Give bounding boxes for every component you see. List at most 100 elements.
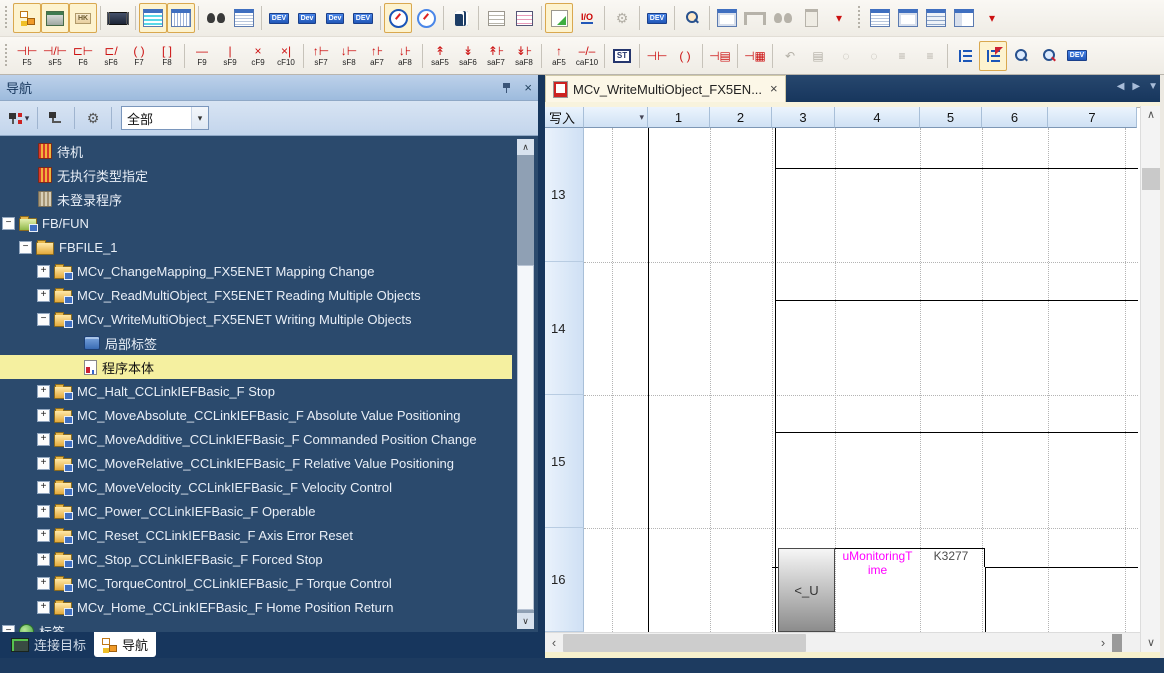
register-watch-icon[interactable]: [510, 3, 538, 33]
open-branch-button[interactable]: ⊏⊢F6: [69, 41, 97, 71]
project-structure-icon[interactable]: [13, 3, 41, 33]
tree-item-mc-moveabsolute[interactable]: +MC_MoveAbsolute_CCLinkIEFBasic_F Absolu…: [0, 403, 538, 427]
find-result-window-icon[interactable]: [230, 3, 258, 33]
toolbar-grip[interactable]: [857, 6, 862, 30]
tree-display-button[interactable]: ▾: [6, 105, 32, 131]
tree-item-fbfile1[interactable]: −FBFILE_1: [0, 235, 538, 259]
intelligent-function-icon[interactable]: [447, 3, 475, 33]
expand-icon[interactable]: +: [37, 553, 50, 566]
wiring-display-button[interactable]: [951, 41, 979, 71]
program-editor-icon[interactable]: [545, 3, 573, 33]
invert-result-button[interactable]: ↑aF5: [545, 41, 573, 71]
tree-item-mc-stop[interactable]: +MC_Stop_CCLinkIEFBasic_F Forced Stop: [0, 547, 538, 571]
tree-item-mcv-writemultiobject[interactable]: −MCv_WriteMultiObject_FX5ENET Writing Mu…: [0, 307, 538, 331]
scroll-left-icon[interactable]: ‹: [545, 633, 563, 653]
device-comment-window-icon[interactable]: [167, 3, 195, 33]
close-icon[interactable]: ×: [770, 83, 778, 95]
ladder-canvas[interactable]: <_U uMonitoringT ime K3277: [584, 128, 1138, 632]
tree-item-unregistered[interactable]: 未登录程序: [0, 187, 538, 211]
module-parameter-icon[interactable]: [104, 3, 132, 33]
global-label-window-icon[interactable]: [139, 3, 167, 33]
collapse-icon[interactable]: −: [19, 241, 32, 254]
device-search-button[interactable]: DEV: [1063, 41, 1091, 71]
pin-icon[interactable]: [502, 82, 512, 94]
chevron-down-icon[interactable]: ▾: [639, 112, 644, 123]
expand-icon[interactable]: +: [37, 577, 50, 590]
expand-icon[interactable]: +: [37, 385, 50, 398]
tree-item-local-label[interactable]: 局部标签: [0, 331, 538, 355]
tree-scrollbar[interactable]: ∧ ∨: [517, 139, 534, 629]
grid-filter-cell[interactable]: ▾: [584, 107, 648, 128]
expand-icon[interactable]: +: [37, 481, 50, 494]
expand-icon[interactable]: +: [37, 265, 50, 278]
boxed-comment-icon[interactable]: [894, 3, 922, 33]
tree-item-fbfun[interactable]: −FB/FUN: [0, 211, 538, 235]
device-memory-icon[interactable]: Dev: [293, 3, 321, 33]
read-mode-button[interactable]: [1007, 41, 1035, 71]
statement-window-icon[interactable]: [866, 3, 894, 33]
tree-item-mc-reset[interactable]: +MC_Reset_CCLinkIEFBasic_F Axis Error Re…: [0, 523, 538, 547]
tree-item-label[interactable]: −标签: [0, 619, 538, 632]
io-check-icon[interactable]: I/O: [573, 3, 601, 33]
falling-pulse-close-branch-button[interactable]: ↡⊦saF8: [510, 41, 538, 71]
tree-item-mcv-home[interactable]: +MCv_Home_CCLinkIEFBasic_F Home Position…: [0, 595, 538, 619]
chevron-down-icon[interactable]: ▾: [191, 107, 208, 129]
invert-operation-button[interactable]: ‒/‒caF10: [573, 41, 601, 71]
rising-pulse-close-button[interactable]: ↟saF5: [426, 41, 454, 71]
save-project-icon[interactable]: [41, 3, 69, 33]
comparison-block[interactable]: <_U: [778, 548, 835, 632]
block-operand-label[interactable]: uMonitoringT ime: [835, 549, 920, 577]
tree-item-mc-moverelative[interactable]: +MC_MoveRelative_CCLinkIEFBasic_F Relati…: [0, 451, 538, 475]
row-header-13[interactable]: 13: [545, 128, 584, 262]
tree-item-mcv-readmultiobject[interactable]: +MCv_ReadMultiObject_FX5ENET Reading Mul…: [0, 283, 538, 307]
input-assistant-icon[interactable]: HK: [69, 3, 97, 33]
scroll-up-icon[interactable]: ∧: [517, 139, 534, 155]
tree-item-no-exec-type[interactable]: 无执行类型指定: [0, 163, 538, 187]
collapse-all-button[interactable]: [43, 105, 69, 131]
falling-pulse-button[interactable]: ↓⊢sF8: [335, 41, 363, 71]
user-authentication-icon[interactable]: [678, 3, 706, 33]
filter-dropdown[interactable]: 全部 ▾: [121, 106, 209, 130]
watch-start-icon[interactable]: [384, 3, 412, 33]
expand-icon[interactable]: +: [37, 601, 50, 614]
tree-item-program-body[interactable]: 程序本体: [0, 355, 512, 379]
rising-pulse-close-branch-button[interactable]: ↟⊦saF7: [482, 41, 510, 71]
horizontal-scrollbar[interactable]: ‹ ›: [545, 632, 1140, 653]
tab-navigation[interactable]: 导航: [94, 632, 156, 657]
document-tab[interactable]: MCv_WriteMultiObject_FX5EN... ×: [545, 75, 786, 102]
rising-pulse-button[interactable]: ↑⊢sF7: [307, 41, 335, 71]
tree-item-mc-moveadditive[interactable]: +MC_MoveAdditive_CCLinkIEFBasic_F Comman…: [0, 427, 538, 451]
delete-horizontal-line-button[interactable]: ×cF9: [244, 41, 272, 71]
tab-connection-destination[interactable]: 连接目标: [3, 632, 94, 657]
falling-pulse-branch-button[interactable]: ↓⊦aF8: [391, 41, 419, 71]
tree-item-mc-halt[interactable]: +MC_Halt_CCLinkIEFBasic_F Stop: [0, 379, 538, 403]
collapse-icon[interactable]: −: [2, 625, 15, 633]
close-branch-button[interactable]: ⊏/sF6: [97, 41, 125, 71]
tab-menu-icon[interactable]: ▼: [1148, 81, 1158, 92]
coil-button[interactable]: ( )F7: [125, 41, 153, 71]
coil-comment-button[interactable]: ⊣▦: [741, 41, 769, 71]
tree-item-standby[interactable]: 待机: [0, 139, 538, 163]
scroll-up-icon[interactable]: ∧: [1141, 106, 1161, 124]
inline-st-button[interactable]: ST: [608, 41, 636, 71]
expand-icon[interactable]: +: [37, 505, 50, 518]
toolbar-overflow-icon[interactable]: ▾: [825, 3, 853, 33]
contact-comment-button[interactable]: ⊣▤: [706, 41, 734, 71]
row-header-16[interactable]: 16: [545, 528, 584, 632]
vertical-scrollbar[interactable]: ∧ ∨: [1140, 106, 1161, 652]
row-header-14[interactable]: 14: [545, 262, 584, 395]
device-batch-icon[interactable]: DEV: [349, 3, 377, 33]
open-contact-button[interactable]: ⊣⊢F5: [13, 41, 41, 71]
note-list-icon[interactable]: [922, 3, 950, 33]
vertical-line-button[interactable]: |sF9: [216, 41, 244, 71]
settings-button[interactable]: ⚙: [80, 105, 106, 131]
device-clear-icon[interactable]: DEV: [265, 3, 293, 33]
block-operand-constant[interactable]: K3277: [920, 549, 982, 563]
tree-item-mcv-changemapping[interactable]: +MCv_ChangeMapping_FX5ENET Mapping Chang…: [0, 259, 538, 283]
collapse-icon[interactable]: −: [37, 313, 50, 326]
row-header-15[interactable]: 15: [545, 395, 584, 528]
tab-scroll-left-icon[interactable]: ◀: [1117, 81, 1125, 92]
grid-corner-cell[interactable]: 写入: [545, 107, 584, 128]
rising-pulse-branch-button[interactable]: ↑⊦aF7: [363, 41, 391, 71]
window-preview-icon[interactable]: [713, 3, 741, 33]
